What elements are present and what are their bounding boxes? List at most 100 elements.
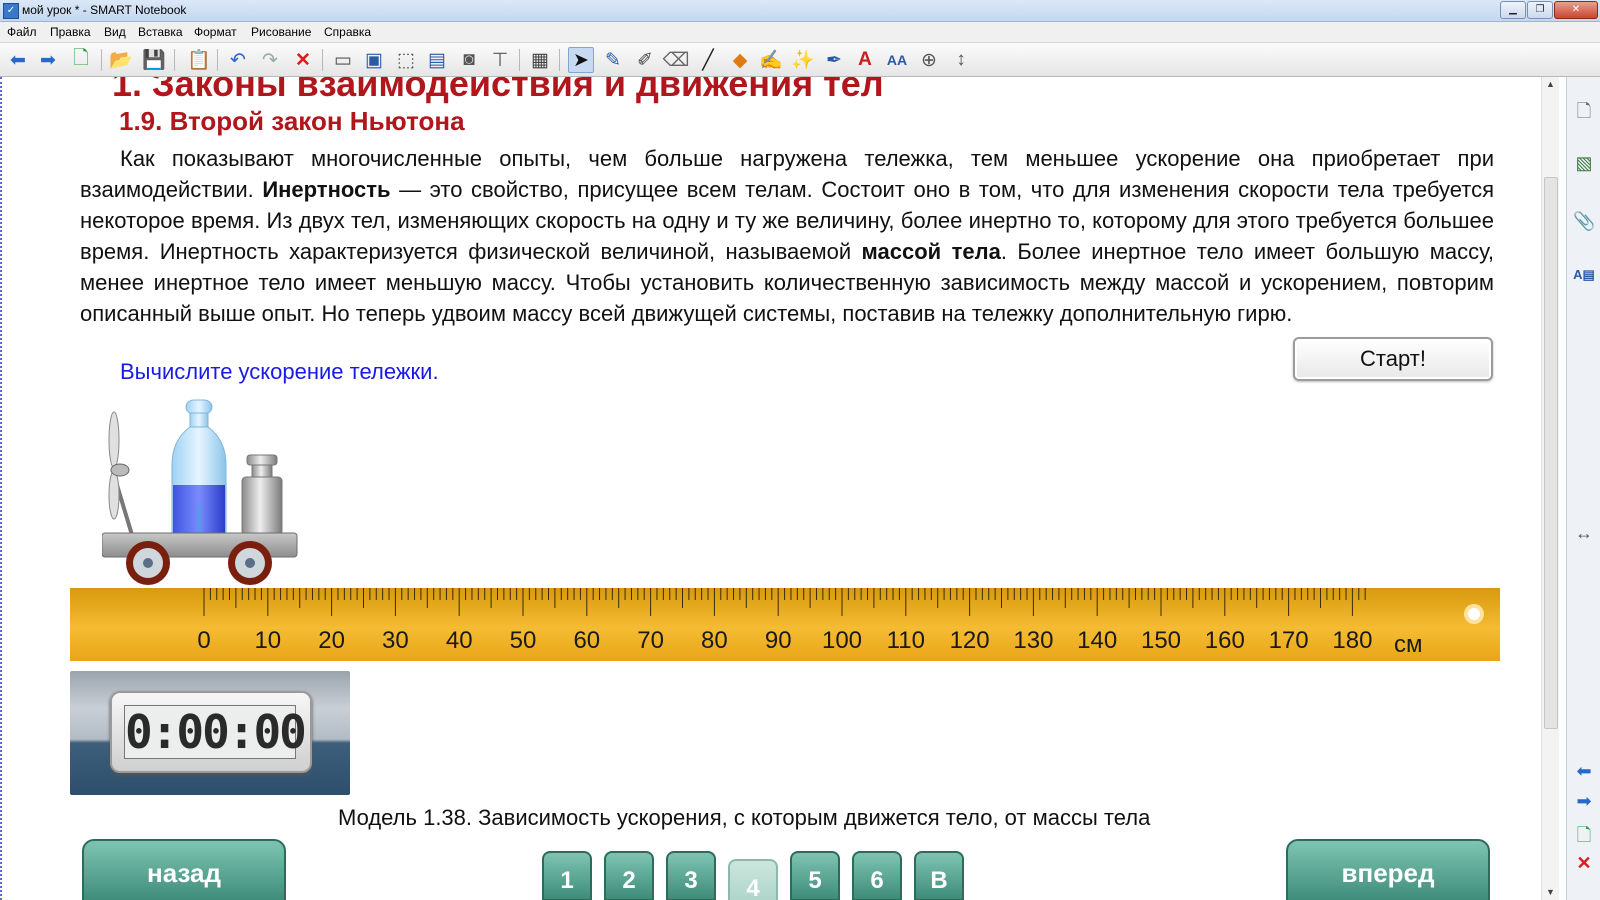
ruler-label: 80 bbox=[701, 627, 728, 654]
forward-button[interactable]: вперед bbox=[1286, 839, 1490, 900]
measure-icon[interactable]: ⊕ bbox=[916, 47, 942, 73]
undo-icon[interactable]: ↶ bbox=[225, 47, 251, 73]
ruler-label: 170 bbox=[1269, 627, 1309, 654]
scroll-up-icon[interactable]: ▲ bbox=[1546, 79, 1555, 89]
side-panel: 🗋 ▧ 📎 A▤ ↔ ⬅ ➡ 🗋 ✕ bbox=[1566, 77, 1600, 900]
line-icon[interactable]: ╱ bbox=[695, 47, 721, 73]
page-button-4[interactable]: 4 bbox=[728, 859, 778, 900]
propeller-icon bbox=[108, 411, 134, 536]
ruler-label: 130 bbox=[1013, 627, 1053, 654]
shape-recognition-pen-icon[interactable]: ✒ bbox=[821, 47, 847, 73]
ruler-label: 60 bbox=[573, 627, 600, 654]
full-screen-icon[interactable]: ⬚ bbox=[393, 47, 419, 73]
table-icon[interactable]: ▦ bbox=[527, 47, 553, 73]
ruler-label: 90 bbox=[765, 627, 792, 654]
ruler-label: 30 bbox=[382, 627, 409, 654]
save-icon[interactable]: 💾 bbox=[141, 47, 167, 73]
lesson-paragraph: Как показывают многочисленные опыты, чем… bbox=[80, 143, 1494, 329]
ruler-label: 20 bbox=[318, 627, 345, 654]
ruler-label: 120 bbox=[950, 627, 990, 654]
stopwatch: 0:00:00 bbox=[70, 671, 350, 795]
minimize-button[interactable]: ▁ bbox=[1500, 1, 1526, 19]
menu-view[interactable]: Вид bbox=[104, 25, 126, 39]
font-icon[interactable]: AA bbox=[884, 47, 910, 73]
panel-resize-icon[interactable]: ↔ bbox=[1573, 523, 1595, 547]
window-title: мой урок * - SMART Notebook bbox=[22, 3, 187, 17]
model-caption: Модель 1.38. Зависимость ускорения, с ко… bbox=[338, 805, 1151, 830]
term-inertia: Инертность bbox=[262, 177, 391, 202]
menu-help[interactable]: Справка bbox=[324, 25, 371, 39]
ruler-label: 110 bbox=[887, 627, 925, 654]
bottle-icon bbox=[171, 399, 227, 541]
vertical-scrollbar[interactable]: ▲ ▼ bbox=[1541, 77, 1559, 900]
menu-bar: Файл Правка Вид Вставка Формат Рисование… bbox=[0, 22, 1600, 43]
screen-shade-icon[interactable]: ▭ bbox=[330, 47, 356, 73]
ruler-label: 10 bbox=[254, 627, 281, 654]
properties-icon[interactable]: A▤ bbox=[1573, 267, 1595, 291]
transparent-bg-icon[interactable]: ▤ bbox=[424, 47, 450, 73]
ruler-scale: 0 10 20 30 40 50 60 70 80 90 100 110 120 130 140 150 160… bbox=[197, 588, 1484, 658]
ruler-label: 140 bbox=[1077, 627, 1117, 654]
term-mass: массой тела bbox=[861, 239, 1001, 264]
add-page-icon[interactable]: 🗋 bbox=[68, 47, 94, 73]
app-icon: ✓ bbox=[3, 3, 19, 19]
notebook-page[interactable]: 1. Законы взаимодействия и движения тел … bbox=[0, 77, 1540, 900]
display-icon[interactable]: ▣ bbox=[361, 47, 387, 73]
gallery-icon[interactable]: ▧ bbox=[1573, 153, 1595, 177]
toolbar: ⬅ ➡ 🗋 📂 💾 📋 ↶ ↷ ✕ ▭ ▣ ⬚ ▤ ◙ ⊤ ▦ ➤ ✎ ✐ ⌫ … bbox=[0, 43, 1600, 77]
page-button-5[interactable]: 5 bbox=[790, 851, 840, 900]
select-pointer-icon[interactable]: ➤ bbox=[568, 47, 594, 73]
eraser-icon[interactable]: ⌫ bbox=[663, 47, 690, 73]
menu-edit[interactable]: Правка bbox=[50, 25, 91, 39]
ruler-label: 50 bbox=[510, 627, 537, 654]
dual-page-icon[interactable]: ⊤ bbox=[487, 47, 513, 73]
menu-insert[interactable]: Вставка bbox=[138, 25, 183, 39]
fill-icon[interactable]: ✍ bbox=[758, 47, 784, 73]
toolbar-separator bbox=[217, 49, 218, 71]
maximize-button[interactable]: ❐ bbox=[1527, 1, 1553, 19]
magic-pen-icon[interactable]: ✨ bbox=[790, 47, 816, 73]
menu-draw[interactable]: Рисование bbox=[251, 25, 311, 39]
page-button-3[interactable]: 3 bbox=[666, 851, 716, 900]
back-arrow-icon[interactable]: ⬅ bbox=[5, 47, 31, 73]
menu-file[interactable]: Файл bbox=[7, 25, 37, 39]
open-folder-icon[interactable]: 📂 bbox=[108, 47, 134, 73]
paste-icon[interactable]: 📋 bbox=[186, 47, 212, 73]
page-button-6[interactable]: 6 bbox=[852, 851, 902, 900]
shapes-icon[interactable]: ◆ bbox=[727, 47, 753, 73]
menu-format[interactable]: Формат bbox=[194, 25, 237, 39]
toolbar-separator bbox=[519, 49, 520, 71]
redo-icon[interactable]: ↷ bbox=[257, 47, 283, 73]
prev-page-icon[interactable]: ⬅ bbox=[1573, 761, 1595, 785]
scroll-thumb[interactable] bbox=[1544, 177, 1558, 729]
text-icon[interactable]: A bbox=[852, 47, 878, 73]
scroll-down-icon[interactable]: ▼ bbox=[1546, 887, 1555, 897]
next-page-icon[interactable]: ➡ bbox=[1573, 791, 1595, 815]
ruler-label: 0 bbox=[197, 627, 210, 654]
ruler-label: 150 bbox=[1141, 627, 1181, 654]
add-page-side-icon[interactable]: 🗋 bbox=[1573, 823, 1595, 847]
page-sorter-icon[interactable]: 🗋 bbox=[1573, 99, 1595, 123]
ruler-label: 160 bbox=[1205, 627, 1245, 654]
move-toolbar-icon[interactable]: ↕ bbox=[948, 47, 974, 73]
capture-icon[interactable]: ◙ bbox=[456, 47, 482, 73]
back-button[interactable]: назад bbox=[82, 839, 286, 900]
delete-icon[interactable]: ✕ bbox=[290, 47, 316, 73]
forward-arrow-icon[interactable]: ➡ bbox=[35, 47, 61, 73]
page-button-2[interactable]: 2 bbox=[604, 851, 654, 900]
creative-pen-icon[interactable]: ✐ bbox=[632, 47, 658, 73]
page-button-1[interactable]: 1 bbox=[542, 851, 592, 900]
page-button-questions[interactable]: В bbox=[914, 851, 964, 900]
delete-page-icon[interactable]: ✕ bbox=[1573, 853, 1595, 877]
stopwatch-display: 0:00:00 bbox=[110, 691, 312, 773]
pen-icon[interactable]: ✎ bbox=[600, 47, 626, 73]
close-button[interactable]: ✕ bbox=[1554, 1, 1598, 19]
ruler-label: 70 bbox=[637, 627, 664, 654]
section-title: 1.9. Второй закон Ньютона bbox=[119, 106, 465, 136]
title-bar: ✓ мой урок * - SMART Notebook ▁ ❐ ✕ bbox=[0, 0, 1600, 22]
cart-illustration[interactable] bbox=[102, 395, 312, 595]
attachments-icon[interactable]: 📎 bbox=[1573, 211, 1595, 235]
chapter-title: 1. Законы взаимодействия и движения тел bbox=[112, 77, 884, 104]
start-button[interactable]: Старт! bbox=[1293, 337, 1493, 381]
ruler-label: 100 bbox=[822, 627, 862, 654]
